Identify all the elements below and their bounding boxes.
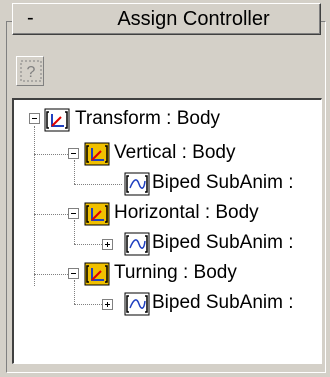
expand-node-icon[interactable] [102,239,113,250]
assign-controller-rollout: - Assign Controller ? Transform : Body V… [0,0,330,377]
help-glyph: ? [27,64,36,81]
controller-tree[interactable]: Transform : Body Vertical : Body Biped S… [12,98,322,364]
tree-node-turning[interactable]: Turning : Body [114,260,237,286]
help-icon: ? [20,60,42,82]
node-label: Vertical : Body [114,142,236,163]
collapse-node-icon[interactable] [68,268,79,279]
curve-controller-icon [124,232,150,256]
rollout-title: Assign Controller [117,8,270,30]
transform-controller-icon [44,108,70,132]
tree-connector [74,184,122,185]
position-controller-icon [84,202,110,226]
curve-controller-icon [124,172,150,196]
collapse-node-icon[interactable] [68,208,79,219]
tree-node-vertical[interactable]: Vertical : Body [114,140,235,166]
expand-node-icon[interactable] [102,299,113,310]
tree-node-biped-subanim[interactable]: Biped SubAnim : [152,230,294,256]
assign-controller-button[interactable]: ? [16,56,44,86]
curve-controller-icon [124,292,150,316]
node-label: Biped SubAnim : [152,292,294,313]
collapse-icon[interactable]: - [27,8,34,28]
tree-connector [74,160,75,184]
tree-node-biped-subanim[interactable]: Biped SubAnim : [152,170,294,196]
collapse-node-icon[interactable] [29,113,40,124]
collapse-node-icon[interactable] [68,148,79,159]
position-controller-icon [84,142,110,166]
tree-connector [74,220,75,244]
node-label: Turning : Body [114,262,237,283]
node-label: Transform : Body [75,108,221,129]
tree-connector [74,280,75,304]
tree-node-transform[interactable]: Transform : Body [75,106,220,132]
tree-connector [34,214,68,215]
rotation-controller-icon [84,262,110,286]
tree-node-biped-subanim[interactable]: Biped SubAnim : [152,290,294,316]
rollout-header[interactable]: - Assign Controller [12,3,321,35]
node-label: Biped SubAnim : [152,172,294,193]
tree-node-horizontal[interactable]: Horizontal : Body [114,200,259,226]
tree-connector [34,126,35,286]
node-label: Horizontal : Body [114,202,259,223]
tree-connector [34,154,68,155]
tree-connector [74,304,102,305]
node-label: Biped SubAnim : [152,232,294,253]
tree-connector [74,244,102,245]
tree-connector [34,274,68,275]
